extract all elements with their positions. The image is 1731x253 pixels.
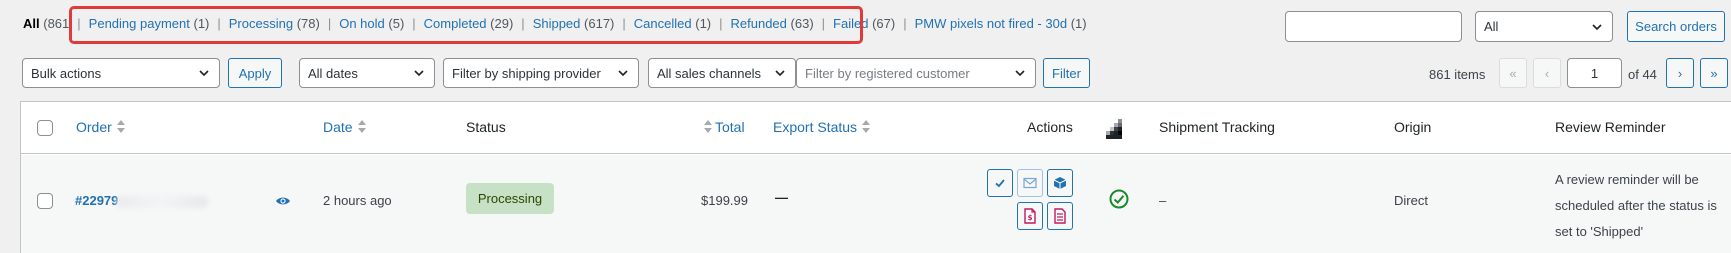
search-type-select[interactable]: All — [1475, 11, 1613, 42]
sort-icon — [116, 120, 125, 134]
table-row: #22979 2 hours ago Processing $199.99 — … — [21, 155, 1731, 253]
order-date: 2 hours ago — [323, 193, 392, 208]
total-pages: of 44 — [1628, 67, 1657, 82]
status-filter-pmw-pixels[interactable]: PMW pixels not fired - 30d (1) — [915, 16, 1087, 31]
invoice-document-icon: $ — [1024, 208, 1036, 224]
filter-button[interactable]: Filter — [1043, 58, 1090, 88]
chevron-down-icon — [414, 70, 424, 77]
select-all-checkbox[interactable] — [37, 120, 53, 136]
search-input[interactable] — [1285, 11, 1462, 42]
separator: | — [903, 15, 907, 31]
column-order[interactable]: Order — [76, 119, 125, 135]
order-number-cell[interactable]: #22979 — [75, 193, 209, 208]
column-export-status[interactable]: Export Status — [773, 119, 871, 135]
bulk-actions-select[interactable]: Bulk actions — [22, 58, 220, 88]
separator: | — [412, 15, 416, 31]
status-badge: Processing — [466, 183, 554, 214]
sales-channels-select[interactable]: All sales channels — [648, 58, 796, 88]
current-page-input[interactable]: 1 — [1567, 58, 1622, 88]
status-filter-cancelled[interactable]: Cancelled (1) — [634, 16, 711, 31]
sort-icon — [357, 120, 366, 134]
separator: | — [521, 15, 525, 31]
status-filter-shipped[interactable]: Shipped (617) — [533, 16, 615, 31]
pixel-column-icon — [1106, 119, 1122, 139]
sort-icon — [704, 120, 712, 134]
order-number[interactable]: #22979 — [75, 193, 118, 208]
eye-icon[interactable] — [275, 195, 291, 207]
apply-button[interactable]: Apply — [228, 58, 282, 88]
packing-slip-icon — [1054, 208, 1066, 224]
pdf-invoice-button[interactable]: $ — [1017, 202, 1043, 230]
next-page-button[interactable]: › — [1666, 58, 1694, 88]
redacted-customer-name — [116, 195, 209, 208]
package-icon — [1053, 177, 1067, 189]
separator: | — [821, 15, 826, 31]
separator: | — [217, 15, 221, 31]
status-filter-on-hold[interactable]: On hold (5) — [339, 16, 404, 31]
row-checkbox[interactable] — [37, 193, 53, 209]
package-action-button[interactable] — [1047, 169, 1073, 197]
chevron-down-icon — [1592, 23, 1602, 30]
checkmark-icon — [995, 179, 1005, 188]
last-page-button[interactable]: » — [1700, 58, 1728, 88]
column-review-reminder: Review Reminder — [1555, 119, 1666, 135]
pixel-fired-check-icon — [1109, 189, 1129, 209]
status-filter-list: All (861 | Pending payment (1) | Process… — [23, 14, 1087, 32]
email-action-button[interactable] — [1017, 169, 1043, 197]
chevron-down-icon — [1015, 70, 1025, 77]
dates-select[interactable]: All dates — [299, 58, 435, 88]
status-filter-pending-payment[interactable]: Pending payment (1) — [89, 16, 210, 31]
sort-icon — [862, 120, 871, 134]
table-header: Order Date Status Total Export Status Ac… — [21, 102, 1731, 154]
envelope-icon — [1023, 177, 1037, 189]
column-status: Status — [466, 119, 506, 135]
customer-filter-select[interactable]: Filter by registered customer — [796, 58, 1036, 88]
chevron-down-icon — [199, 70, 209, 77]
column-total[interactable]: Total — [704, 119, 745, 135]
separator: | — [622, 15, 626, 31]
column-actions: Actions — [1027, 119, 1073, 135]
separator: | — [77, 15, 81, 31]
review-reminder-text: A review reminder will be scheduled afte… — [1555, 172, 1717, 239]
pdf-packing-slip-button[interactable] — [1047, 202, 1073, 230]
items-count: 861 items — [1429, 67, 1486, 82]
shipping-provider-select[interactable]: Filter by shipping provider — [443, 58, 639, 88]
status-filter-refunded[interactable]: Refunded (63) — [731, 16, 814, 31]
column-origin: Origin — [1394, 119, 1432, 135]
status-filter-failed[interactable]: Failed (67) — [833, 16, 895, 31]
column-date[interactable]: Date — [323, 119, 366, 135]
search-orders-button[interactable]: Search orders — [1627, 11, 1725, 42]
status-filter-completed[interactable]: Completed (29) — [424, 16, 514, 31]
column-shipment-tracking: Shipment Tracking — [1159, 119, 1275, 135]
status-filter-all[interactable]: All (861 — [23, 16, 69, 31]
orders-table: Order Date Status Total Export Status Ac… — [20, 101, 1731, 253]
first-page-button[interactable]: « — [1499, 58, 1527, 88]
prev-page-button[interactable]: ‹ — [1533, 58, 1561, 88]
complete-action-button[interactable] — [987, 169, 1013, 197]
origin-value: Direct — [1394, 193, 1428, 208]
shipment-tracking-value: – — [1159, 193, 1167, 208]
chevron-down-icon — [775, 70, 785, 77]
separator: | — [719, 15, 723, 31]
export-status-value: — — [775, 190, 788, 205]
order-total: $199.99 — [701, 193, 748, 208]
chevron-down-icon — [618, 70, 628, 77]
separator: | — [327, 15, 332, 31]
status-filter-processing[interactable]: Processing (78) — [229, 16, 320, 31]
svg-text:$: $ — [1028, 214, 1033, 222]
